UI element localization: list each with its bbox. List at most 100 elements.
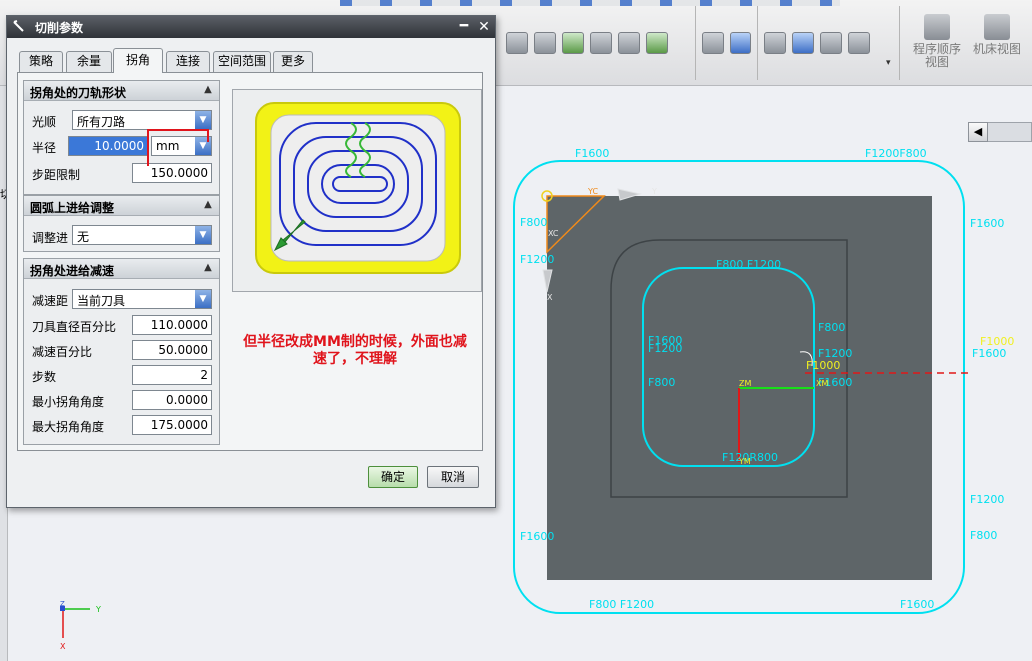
max-angle-input[interactable]: 175.0000 [132,415,212,435]
machine-tool-view-icon [984,14,1010,40]
ok-button[interactable]: 确定 [368,466,418,488]
tab-more[interactable]: 更多 [273,51,313,72]
feed-label: F1200F800 [865,147,927,160]
min-angle-input[interactable]: 0.0000 [132,390,212,410]
chevron-down-icon[interactable]: ▼ [195,226,211,244]
tab-stock[interactable]: 余量 [66,51,112,72]
machine-tool-view-label: 机床视图 [972,42,1021,56]
feed-label: F800 [648,376,675,389]
feed-label: F800 F1200 [589,598,654,611]
tab-containment[interactable]: 空间范围 [213,51,271,72]
max-angle-label: 最大拐角角度 [32,420,105,434]
corner-slowdown-section: 拐角处进给减速 ▲ 减速距 当前刀具 ▼ 刀具直径百分比 110.0000 减速… [23,258,220,445]
toolbar-overflow-dropdown[interactable]: ▾ [886,58,891,68]
radius-label: 半径 [32,141,57,155]
feed-label: F800 [818,321,845,334]
section-title: 拐角处进给减速 [30,264,115,278]
tool-diameter-pct-input[interactable]: 110.0000 [132,315,212,335]
feed-label: F1600 [900,598,934,611]
cavity-mill-icon[interactable] [534,32,556,54]
slowdown-distance-select[interactable]: 当前刀具 ▼ [72,289,212,309]
tool-path-icon[interactable] [764,32,786,54]
time-icon[interactable] [848,32,870,54]
program-order-view-icon [924,14,950,40]
feed-label: F800 [520,216,547,229]
toolpath-canvas: F1600 F1200F800 F800 F1200 F1600 F800 F1… [513,147,1014,614]
slowdown-pct-label: 减速百分比 [32,345,93,359]
min-angle-label: 最小拐角角度 [32,395,105,409]
drill-icon[interactable] [618,32,640,54]
adjust-feed-value: 无 [77,230,90,244]
dialog-titlebar[interactable]: 切削参数 ━ ✕ [7,16,495,38]
smoothing-select[interactable]: 所有刀路 ▼ [72,110,212,130]
graphics-window[interactable]: F1600 F1200F800 F800 F1200 F1600 F800 F1… [496,142,1032,661]
cutting-parameters-dialog: 切削参数 ━ ✕ 策略 余量 拐角 连接 空间范围 更多 拐角处的刀轨形状 ▲ … [6,15,496,508]
feed-label: F1200 [648,342,682,355]
dialog-settings-icon [12,20,26,34]
collapse-up-icon[interactable]: ▲ [201,198,215,212]
list-icon[interactable] [792,32,814,54]
arc-feed-header[interactable]: 圆弧上进给调整 ▲ [24,196,219,216]
chevron-down-icon[interactable]: ▼ [195,290,211,308]
dialog-title: 切削参数 [35,21,84,35]
machine-tool-view-button[interactable]: 机床视图 [968,10,1026,56]
yc-label: YC [587,187,598,196]
verify-icon[interactable] [646,32,668,54]
corner-slowdown-header[interactable]: 拐角处进给减速 ▲ [24,259,219,279]
triad-z-label: Z [60,600,65,608]
corner-preview-illustration [255,102,461,274]
minimize-icon[interactable]: ━ [455,18,473,36]
arc-feed-section: 圆弧上进给调整 ▲ 调整进 无 ▼ [23,195,220,252]
planar-mill-icon[interactable] [506,32,528,54]
collapse-up-icon[interactable]: ▲ [201,261,215,275]
adjust-feed-select[interactable]: 无 ▼ [72,225,212,245]
post-process-icon[interactable] [729,32,751,54]
shop-doc-icon[interactable] [702,32,724,54]
adjust-feed-label: 调整进 [32,231,69,245]
close-icon[interactable]: ✕ [475,18,493,36]
zm-label: ZM [739,379,751,388]
move-icon[interactable] [820,32,842,54]
collapse-up-icon[interactable]: ▲ [201,83,215,97]
slowdown-pct-input[interactable]: 50.0000 [132,340,212,360]
collapse-arrow-icon[interactable]: ◀ [968,122,988,142]
tab-connections[interactable]: 连接 [166,51,210,72]
fixed-contour-icon[interactable] [590,32,612,54]
toolbar-group-operations [500,6,696,80]
toolbar-group-postprocess [696,6,758,80]
feed-label: F800 [970,529,997,542]
radius-input[interactable]: 10.0000 [68,136,148,156]
zlevel-mill-icon[interactable] [562,32,584,54]
annotation-note: 但半径改成MM制的时候，外面也减速了，不理解 [243,334,467,367]
steps-input[interactable]: 2 [132,365,212,385]
view-triad: Y X Z [60,600,101,651]
tab-strategy[interactable]: 策略 [19,51,63,72]
triad-x-label: X [60,642,66,651]
annotation-highlight-box [147,129,209,166]
tab-corners[interactable]: 拐角 [113,48,163,73]
feed-label: F1200 [520,253,554,266]
feed-label: F1600 [520,530,554,543]
corner-preview [232,89,482,292]
program-order-view-button[interactable]: 程序顺序视图 [908,10,966,69]
smoothing-value: 所有刀路 [77,115,126,129]
x-label: X [547,293,553,302]
feed-label: F1600 [972,347,1006,360]
cancel-button[interactable]: 取消 [427,466,479,488]
xc-label: XC [548,229,559,238]
slowdown-distance-value: 当前刀具 [77,294,126,308]
triad-y-label: Y [95,605,101,614]
ym-label: YM [738,457,751,466]
y-label: Y [651,187,657,196]
corner-shape-header[interactable]: 拐角处的刀轨形状 ▲ [24,81,219,101]
feed-label: F1000 [806,359,840,372]
section-title: 圆弧上进给调整 [30,201,115,215]
slowdown-distance-label: 减速距 [32,294,69,308]
section-title: 拐角处的刀轨形状 [30,86,127,100]
feed-label: F1600 [575,147,609,160]
chevron-down-icon[interactable]: ▼ [195,111,211,129]
step-limit-label: 步距限制 [32,168,81,182]
feed-label: F800 F1200 [716,258,781,271]
feed-label: F1200 [970,493,1004,506]
xm-label: XM [816,379,828,388]
